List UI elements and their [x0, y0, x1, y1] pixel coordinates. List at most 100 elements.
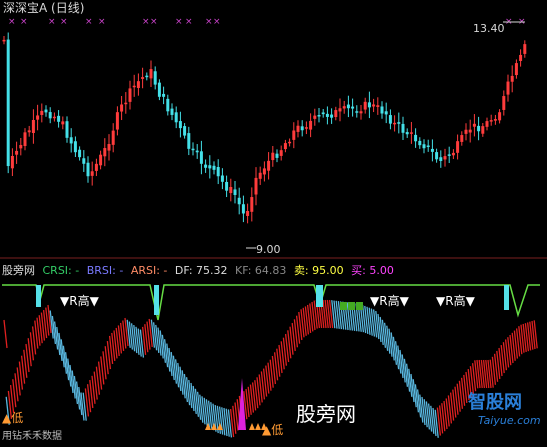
r-high-mark: ▼R高▼: [370, 294, 409, 308]
indicator-bar: [399, 349, 404, 379]
candle-body: [191, 148, 195, 151]
candle-body: [27, 130, 31, 133]
indicator-bar: [29, 332, 35, 361]
candle-body: [31, 120, 35, 133]
candle-body: [233, 189, 237, 195]
candle-body: [99, 154, 103, 166]
candle-body: [208, 165, 212, 169]
candle-body: [472, 123, 476, 127]
indicator-bar: [163, 339, 169, 368]
candle-body: [498, 112, 502, 121]
candle-body: [153, 71, 157, 85]
candle-body: [157, 82, 161, 97]
indicator-bar: [14, 373, 19, 402]
candle-body: [292, 130, 296, 140]
candle-body: [451, 152, 455, 156]
candle-body: [523, 44, 527, 54]
candle-body: [384, 111, 388, 115]
candle-body: [355, 111, 359, 113]
top-marker: ×: [48, 17, 56, 27]
signal-block: [316, 285, 323, 307]
candle-body: [187, 133, 191, 149]
candle-body: [254, 177, 258, 195]
candle-body: [40, 110, 44, 115]
candle-body: [363, 101, 367, 110]
candle-body: [124, 102, 128, 105]
candle-body: [69, 137, 73, 144]
candle-body: [115, 112, 119, 130]
candle-body: [170, 108, 174, 115]
price-candles: × × × × × × × × × × × × × ×: [2, 17, 527, 249]
candle-body: [418, 140, 422, 146]
candle-body: [288, 141, 292, 144]
candle-body: [44, 109, 48, 113]
candle-body: [519, 54, 523, 61]
low-mark: ▲低: [262, 423, 284, 437]
candle-body: [514, 63, 518, 76]
candle-body: [325, 113, 329, 117]
candle-body: [141, 77, 145, 79]
candle-body: [145, 75, 149, 78]
indicator-bar: [397, 345, 402, 374]
candle-body: [36, 115, 40, 120]
candle-body: [330, 114, 334, 118]
signal-block: [36, 285, 41, 307]
candle-body: [94, 163, 98, 171]
indicator-bar: [12, 379, 17, 408]
candle-body: [414, 134, 418, 142]
candle-body: [477, 125, 481, 132]
candle-body: [309, 120, 313, 130]
candle-body: [510, 75, 514, 82]
low-mark: ▲低: [2, 411, 24, 425]
candle-body: [397, 122, 401, 124]
low-triangle: [255, 423, 261, 430]
candle-body: [6, 39, 10, 167]
candle-body: [73, 141, 77, 153]
candle-body: [132, 85, 136, 88]
candle-body: [489, 120, 493, 122]
candle-body: [372, 104, 376, 107]
arsi-label: ARSI: -: [130, 264, 168, 277]
candle-body: [212, 165, 216, 170]
low-price-label: 9.00: [256, 243, 281, 256]
indicator-bar: [161, 334, 167, 363]
top-marker: ×: [185, 17, 193, 27]
candle-body: [23, 132, 27, 147]
candle-body: [149, 69, 153, 79]
candle-body: [338, 108, 342, 112]
candle-body: [393, 122, 397, 125]
candle-body: [409, 132, 413, 134]
candle-body: [443, 156, 447, 160]
watermark-logo: 智股网: [468, 392, 522, 413]
footer-note: 用钻禾禾数据: [2, 431, 62, 442]
r-high-mark: ▼R高▼: [436, 294, 475, 308]
candle-body: [267, 160, 271, 171]
candle-body: [334, 110, 338, 118]
indicator-bar: [31, 326, 37, 355]
candle-body: [199, 151, 203, 164]
candle-body: [86, 162, 90, 177]
indicator-bar: [166, 343, 171, 372]
indicator-bar: [23, 349, 28, 378]
top-marker: ×: [98, 17, 106, 27]
candle-body: [502, 96, 506, 110]
candle-body: [300, 126, 304, 131]
candle-body: [426, 145, 430, 148]
sell-label: 卖: 95.00: [293, 264, 344, 277]
candle-body: [317, 115, 321, 117]
candle-body: [376, 105, 380, 107]
candle-body: [225, 181, 229, 191]
indicator-bar: [3, 319, 8, 349]
candle-body: [283, 143, 287, 150]
candle-body: [271, 152, 275, 161]
candle-body: [178, 121, 182, 129]
top-marker: ×: [8, 17, 16, 27]
buy-label: 买: 5.00: [351, 264, 394, 277]
candle-body: [78, 149, 82, 158]
top-marker: ×: [20, 17, 28, 27]
candle-body: [468, 129, 472, 133]
candle-body: [250, 197, 254, 212]
candle-body: [166, 98, 170, 112]
candle-body: [220, 175, 224, 182]
candle-body: [447, 154, 451, 156]
